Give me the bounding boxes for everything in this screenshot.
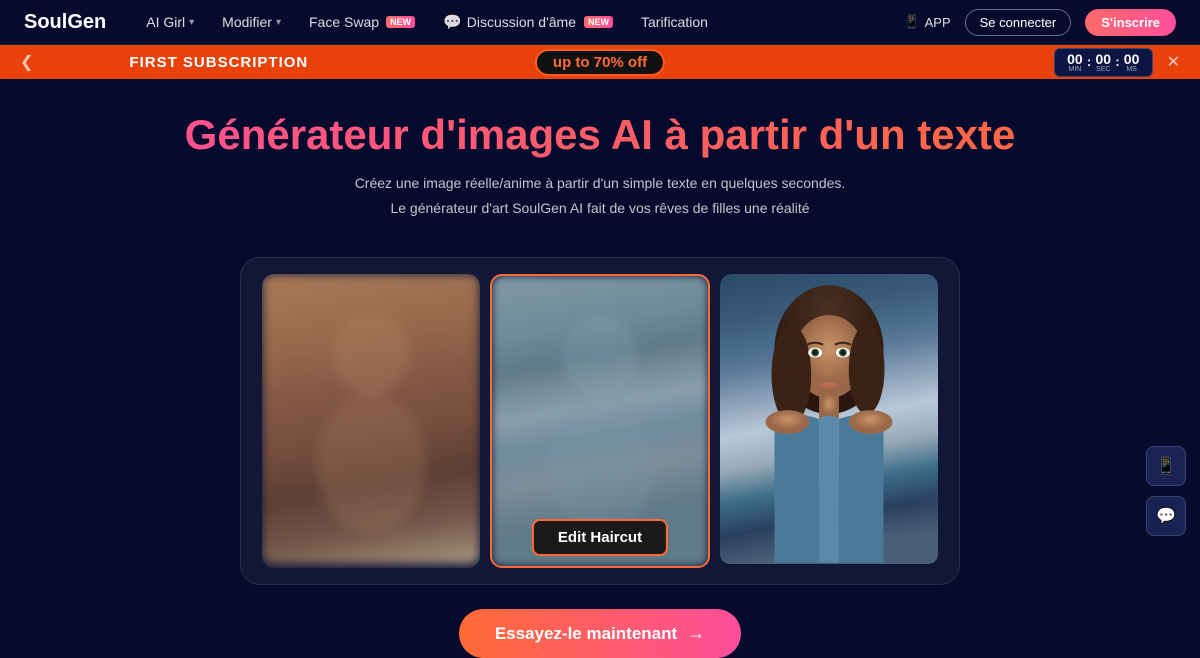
- discussion-emoji: 💬: [443, 13, 462, 31]
- card-middle: Edit Haircut: [490, 274, 710, 568]
- floating-action-buttons: 📱 💬: [1146, 446, 1186, 536]
- hero-section: Générateur d'images AI à partir d'un tex…: [0, 79, 1200, 237]
- nav-app-link[interactable]: 📱 APP: [903, 14, 950, 30]
- nav-item-discussion[interactable]: 💬 Discussion d'âme NEW: [443, 13, 613, 31]
- promo-banner: ❮ FIRST SUBSCRIPTION up to 70% off 00 Mi…: [0, 45, 1200, 79]
- badge-new: NEW: [584, 16, 613, 28]
- navbar: SoulGen AI Girl ▾ Modifier ▾ Face Swap N…: [0, 0, 1200, 45]
- float-app-button[interactable]: 📱: [1146, 446, 1186, 486]
- card-action-label[interactable]: Edit Haircut: [532, 519, 668, 556]
- hero-subtitle: Créez une image réelle/anime à partir d'…: [20, 171, 1180, 221]
- float-chat-button[interactable]: 💬: [1146, 496, 1186, 536]
- try-now-button[interactable]: Essayez-le maintenant →: [459, 609, 741, 658]
- login-button[interactable]: Se connecter: [965, 9, 1072, 36]
- nav-item-face-swap[interactable]: Face Swap NEW: [309, 14, 415, 30]
- logo[interactable]: SoulGen: [24, 11, 106, 34]
- chat-icon: 💬: [1156, 506, 1176, 526]
- card-image-left: [262, 274, 480, 564]
- nav-right: 📱 APP Se connecter S'inscrire: [903, 9, 1176, 36]
- card-left: [262, 274, 480, 568]
- hero-title: Générateur d'images AI à partir d'un tex…: [20, 111, 1180, 159]
- timer-separator: :: [1087, 54, 1091, 69]
- nav-links: AI Girl ▾ Modifier ▾ Face Swap NEW 💬 Dis…: [146, 13, 903, 31]
- card-right: [720, 274, 938, 568]
- timer-ms: 00 MS: [1122, 52, 1142, 73]
- timer-minutes: 00 Min: [1065, 52, 1085, 73]
- timer-seconds: 00 Sec: [1093, 52, 1113, 73]
- chevron-down-icon: ▾: [276, 17, 281, 28]
- nav-item-ai-girl[interactable]: AI Girl ▾: [146, 14, 194, 30]
- card-image-right: [720, 274, 938, 564]
- banner-close-button[interactable]: ✕: [1167, 52, 1180, 72]
- banner-prev-arrow[interactable]: ❮: [20, 52, 33, 72]
- signup-button[interactable]: S'inscrire: [1085, 9, 1176, 36]
- image-cards-container: Edit Haircut: [240, 257, 960, 585]
- nav-item-modifier[interactable]: Modifier ▾: [222, 14, 281, 30]
- phone-icon: 📱: [903, 14, 919, 30]
- banner-offer: up to 70% off: [535, 49, 665, 76]
- mobile-icon: 📱: [1156, 456, 1176, 476]
- chevron-down-icon: ▾: [189, 17, 194, 28]
- badge-new: NEW: [386, 16, 415, 28]
- timer-separator: :: [1115, 54, 1119, 69]
- banner-discount: 70% off: [594, 54, 647, 71]
- nav-item-tarification[interactable]: Tarification: [641, 14, 708, 30]
- cta-section: Essayez-le maintenant →: [0, 609, 1200, 658]
- banner-subscription-text: FIRST SUBSCRIPTION: [129, 54, 308, 71]
- arrow-right-icon: →: [687, 623, 705, 644]
- countdown-timer: 00 Min : 00 Sec : 00 MS: [1054, 48, 1153, 77]
